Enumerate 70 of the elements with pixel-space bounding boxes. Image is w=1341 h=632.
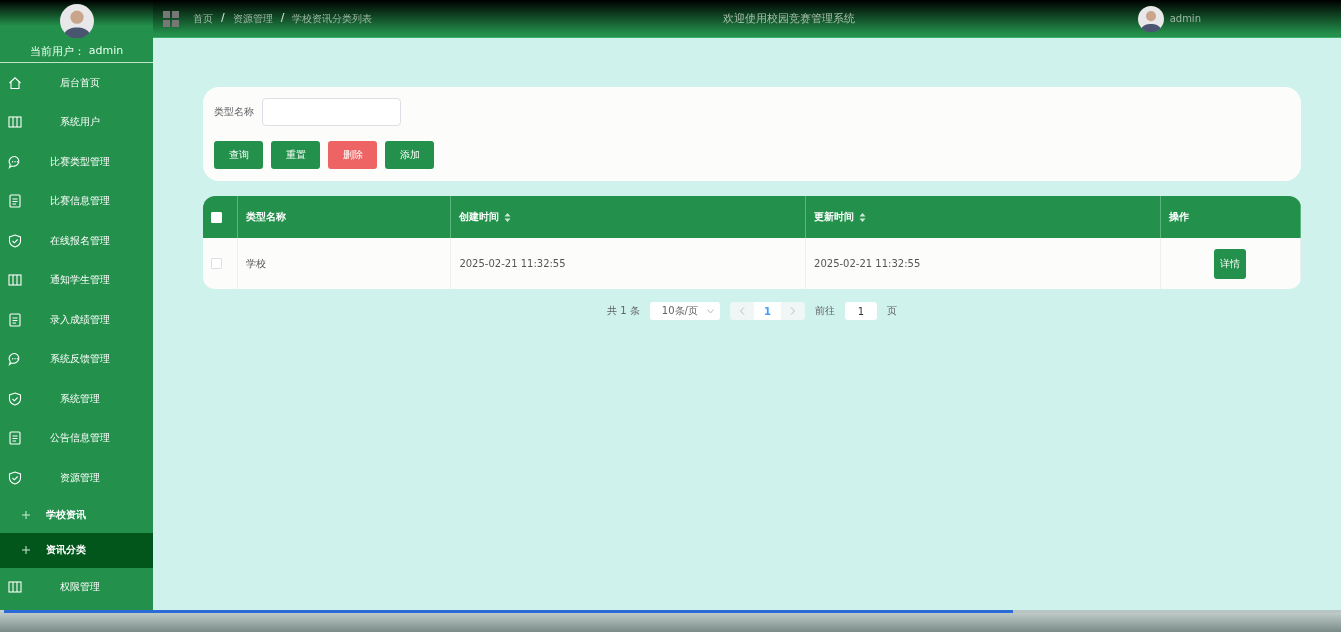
column-header: 类型名称 <box>246 210 286 224</box>
document-icon <box>8 431 22 446</box>
avatar-icon <box>59 4 94 38</box>
goto-label: 前往 <box>814 304 835 318</box>
column-header: 创建时间 <box>459 210 500 224</box>
field-label: 类型名称 <box>214 105 254 119</box>
action-button[interactable]: 查询 <box>214 141 263 169</box>
sidebar-item[interactable]: 比赛信息管理 <box>0 181 153 221</box>
plus-icon <box>22 511 30 519</box>
sidebar-item[interactable]: 权限管理 <box>0 567 153 607</box>
sidebar-item[interactable]: 系统管理 <box>0 379 153 419</box>
sort-icon[interactable] <box>859 212 867 222</box>
breadcrumb-separator: / <box>220 11 226 25</box>
table-cell: 学校 <box>246 256 266 271</box>
chevron-left-icon <box>738 307 745 315</box>
document-icon <box>8 194 22 209</box>
current-user-label: 当前用户： <box>29 44 85 59</box>
sidebar-subitem-label: 学校资讯 <box>46 508 86 522</box>
page-size-select[interactable]: 10条/页 <box>649 302 720 320</box>
action-button[interactable]: 添加 <box>385 141 434 169</box>
total-count: 共 1 条 <box>607 304 640 318</box>
sidebar-item[interactable]: 录入成绩管理 <box>0 300 153 340</box>
row-checkbox[interactable] <box>211 258 222 269</box>
sidebar-item[interactable]: 后台首页 <box>0 63 153 103</box>
sidebar-item[interactable]: 系统反馈管理 <box>0 339 153 379</box>
document-icon <box>8 312 22 327</box>
home-icon <box>8 75 22 90</box>
welcome-title: 欢迎使用校园竞赛管理系统 <box>722 11 856 26</box>
username[interactable]: admin <box>1169 13 1201 24</box>
delete-button[interactable]: 删除 <box>328 141 377 169</box>
type-name-field[interactable] <box>262 98 401 126</box>
current-user-name: admin <box>88 44 124 59</box>
breadcrumb-item[interactable]: 首页 <box>193 11 213 26</box>
page-number[interactable]: 1 <box>753 302 781 320</box>
sidebar-item[interactable]: 比赛类型管理 <box>0 142 153 182</box>
sidebar-item[interactable]: 通知学生管理 <box>0 260 153 300</box>
sidebar-item[interactable]: 资源管理 <box>0 458 153 498</box>
playback-progress-bar[interactable] <box>4 610 1341 613</box>
goto-page-field[interactable]: 1 <box>844 302 877 320</box>
sidebar-subitem-label: 资讯分类 <box>46 543 86 557</box>
sidebar-subitem[interactable]: 资讯分类 <box>0 532 153 568</box>
sidebar-item[interactable]: 公告信息管理 <box>0 418 153 458</box>
sidebar-item[interactable]: 系统用户 <box>0 102 153 142</box>
chevron-right-icon <box>789 307 796 315</box>
sidebar-item[interactable]: 在线报名管理 <box>0 221 153 261</box>
shield-icon <box>8 391 22 406</box>
sidebar-subitem[interactable]: 学校资讯 <box>0 497 153 533</box>
select-all-checkbox[interactable] <box>211 211 222 223</box>
breadcrumb-item[interactable]: 学校资讯分类列表 <box>292 11 373 26</box>
sort-icon[interactable] <box>504 212 512 222</box>
column-header: 更新时间 <box>814 210 855 224</box>
columns-icon <box>8 580 22 595</box>
breadcrumb-item[interactable]: 资源管理 <box>232 11 273 26</box>
breadcrumb-separator: / <box>279 11 286 25</box>
avatar-icon <box>1137 5 1164 32</box>
chat-icon <box>8 352 22 367</box>
shield-icon <box>8 233 22 248</box>
table-cell: 2025-02-21 11:32:55 <box>814 258 921 269</box>
plus-icon <box>22 546 30 554</box>
column-header: 操作 <box>1168 210 1189 224</box>
grid-icon[interactable] <box>163 10 179 27</box>
columns-icon <box>8 115 22 130</box>
table-cell: 2025-02-21 11:32:55 <box>459 258 566 269</box>
page-suffix: 页 <box>886 304 897 318</box>
shield-icon <box>8 470 22 485</box>
action-button[interactable]: 重置 <box>271 141 320 169</box>
details-button[interactable]: 详情 <box>1214 248 1247 279</box>
chevron-down-icon <box>706 308 714 314</box>
columns-icon <box>8 273 22 288</box>
chat-icon <box>8 154 22 169</box>
